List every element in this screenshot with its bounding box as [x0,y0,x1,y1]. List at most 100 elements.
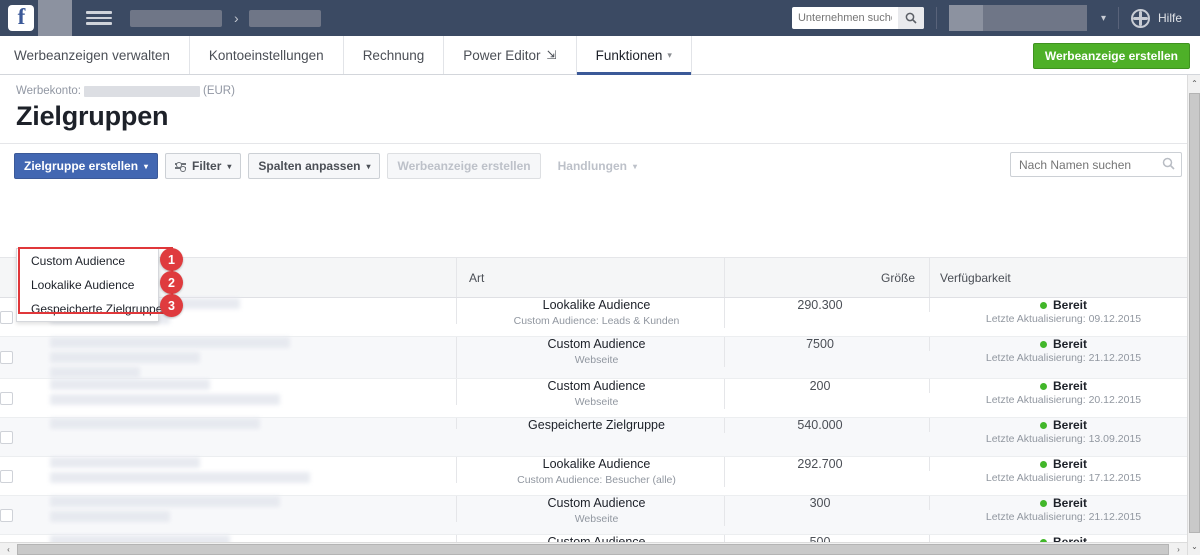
row-checkbox[interactable] [0,430,13,444]
vertical-scroll-thumb[interactable] [1189,93,1200,533]
row-checkbox[interactable] [0,391,13,405]
vertical-scrollbar[interactable]: ⌃ ⌄ [1187,75,1200,555]
tab-kontoeinstellungen[interactable]: Kontoeinstellungen [190,36,344,74]
name-search-input[interactable] [1011,157,1155,172]
business-search[interactable] [791,7,924,29]
business-search-input[interactable] [791,7,898,29]
row-checkbox-cell [0,379,38,417]
status-dot-icon [1039,460,1047,468]
create-audience-button[interactable]: Zielgruppe erstellen ▾ [14,153,159,179]
row-checkbox[interactable] [0,508,13,522]
row-name-cell[interactable] [38,457,457,483]
row-size: 200 [809,379,831,393]
hamburger-menu-icon[interactable] [86,8,112,28]
row-name-redacted [38,337,456,378]
filter-button[interactable]: Filter ▾ [165,153,242,179]
scroll-up-icon[interactable]: ⌃ [1188,75,1200,92]
search-icon[interactable] [1155,157,1181,173]
help-link[interactable]: Hilfe [1158,11,1182,25]
tab-werbeanzeigen-verwalten[interactable]: Werbeanzeigen verwalten [0,36,190,74]
row-art-cell: Custom Audience Webseite [457,379,725,409]
row-availability-cell: Bereit Letzte Aktualisierung: 21.12.2015 [930,496,1187,523]
row-name-redacted [38,457,456,483]
scroll-left-icon[interactable]: ‹ [0,543,17,555]
create-audience-dropdown: Custom Audience Lookalike Audience Gespe… [16,248,162,322]
user-avatar [948,5,983,31]
row-name-cell[interactable] [38,337,457,378]
dropdown-item-gespeicherte-zielgruppe[interactable]: Gespeicherte Zielgruppe [17,297,162,321]
tab-rechnung[interactable]: Rechnung [344,36,445,74]
create-ad-toolbar-button: Werbeanzeige erstellen [387,153,541,179]
row-checkbox[interactable] [0,310,13,324]
row-art-sub: Webseite [574,513,619,525]
tab-funktionen[interactable]: Funktionen ▾ [576,36,692,75]
table-row[interactable]: Custom Audience Webseite 300 Bereit Letz… [0,496,1187,535]
table-row[interactable]: Gespeicherte Zielgruppe 540.000 Bereit L… [0,418,1187,457]
row-checkbox[interactable] [0,351,13,364]
row-availability-cell: Bereit Letzte Aktualisierung: 21.12.2015 [930,337,1187,364]
header-size[interactable]: Größe [725,258,930,297]
row-name-cell[interactable] [38,418,457,429]
scroll-right-icon[interactable]: › [1170,543,1187,555]
page-title: Zielgruppen [16,101,169,131]
row-checkbox-cell [0,337,38,378]
row-size: 290.300 [797,298,843,312]
row-name-cell[interactable] [38,379,457,405]
row-updated: Letzte Aktualisierung: 21.12.2015 [985,511,1142,523]
row-checkbox-cell [0,457,38,495]
search-icon[interactable] [897,7,924,29]
row-size-cell: 500 [725,535,930,542]
breadcrumb-separator-icon: › [234,10,239,26]
table-row[interactable]: Lookalike Audience Custom Audience: Besu… [0,457,1187,496]
user-account-switcher[interactable] [948,5,1087,31]
create-ad-button[interactable]: Werbeanzeige erstellen [1032,43,1190,69]
tab-power-editor[interactable]: Power Editor ⇲ [444,36,577,74]
account-avatar[interactable] [38,0,72,36]
tab-label: Kontoeinstellungen [208,47,324,63]
header-availability[interactable]: Verfügbarkeit [930,258,1187,297]
breadcrumb-account[interactable] [248,9,321,27]
status-badge: Bereit [1039,496,1087,510]
tab-label: Rechnung [362,47,425,63]
chevron-down-icon[interactable]: ▾ [1101,13,1106,24]
row-art-cell: Custom Audience Webseite [457,535,725,542]
tab-label: Power Editor [463,47,541,63]
header-size-label: Größe [880,270,915,285]
horizontal-scrollbar[interactable]: ‹ › [0,542,1187,555]
row-name-redacted [38,535,456,542]
dropdown-item-lookalike-audience[interactable]: Lookalike Audience [17,273,158,297]
row-size-cell: 292.700 [725,457,930,471]
row-checkbox[interactable] [0,469,13,483]
table-row[interactable]: Custom Audience Webseite 200 Bereit Letz… [0,379,1187,418]
dropdown-item-custom-audience[interactable]: Custom Audience [17,249,158,273]
row-art: Gespeicherte Zielgruppe [528,418,665,432]
globe-icon[interactable] [1130,8,1150,28]
header-art-label: Art [469,270,485,285]
row-name-cell[interactable] [38,535,457,542]
status-dot-icon [1039,499,1047,507]
row-name-cell[interactable] [38,496,457,522]
breadcrumb-business[interactable] [130,9,222,27]
page-body: Werbekonto: (EUR) Zielgruppen Zielgruppe… [0,75,1200,555]
horizontal-scroll-thumb[interactable] [17,544,1169,555]
status-dot-icon [1039,301,1047,309]
row-name-redacted [38,496,456,522]
row-art-cell: Lookalike Audience Custom Audience: Lead… [457,298,725,328]
row-size-cell: 290.300 [725,298,930,312]
status-dot-icon [1039,421,1047,429]
row-art-sub: Custom Audience: Leads & Kunden [513,315,680,327]
annotation-badge-1: 1 [160,248,183,271]
name-search[interactable] [1010,152,1182,177]
table-row[interactable]: Custom Audience Webseite 500 Bereit Letz… [0,535,1187,542]
table-row[interactable]: Custom Audience Webseite 7500 Bereit Let… [0,337,1187,379]
account-label: Werbekonto: [16,85,81,97]
row-updated: Letzte Aktualisierung: 17.12.2015 [985,472,1142,484]
customize-columns-button[interactable]: Spalten anpassen ▾ [248,153,381,179]
scroll-down-icon[interactable]: ⌄ [1188,538,1200,555]
header-divider [935,7,937,29]
account-id-redacted [84,85,200,97]
header-art[interactable]: Art [457,258,725,297]
facebook-logo-icon[interactable]: f [8,5,34,31]
row-updated: Letzte Aktualisierung: 13.09.2015 [985,433,1142,445]
account-line: Werbekonto: (EUR) [0,75,1200,97]
